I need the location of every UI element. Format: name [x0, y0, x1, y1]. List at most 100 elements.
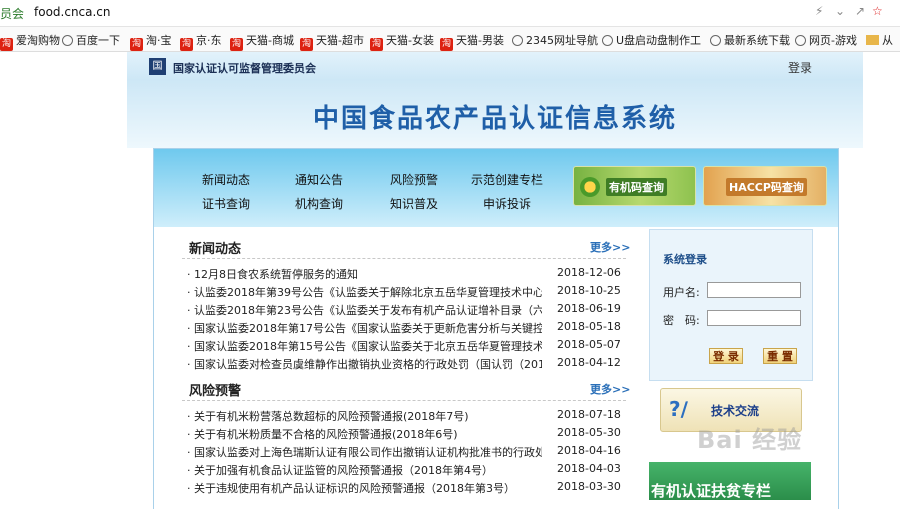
list-item-date: 2018-04-03 [557, 462, 621, 475]
bookmark-item[interactable]: 百度一下 [62, 32, 120, 48]
site-top-bar: 国 国家认证认可监督管理委员会 登录 [127, 52, 863, 80]
list-item-title[interactable]: · 关于加强有机食品认证监管的风险预警通报（2018年第4号） [187, 462, 542, 478]
list-item-date: 2018-10-25 [557, 284, 621, 297]
list-item[interactable]: · 关于加强有机食品认证监管的风险预警通报（2018年第4号） 2018-04-0… [187, 462, 621, 480]
chevron-down-icon[interactable]: ⌄ [835, 4, 845, 18]
login-button[interactable]: 登 录 [709, 348, 743, 364]
list-item-date: 2018-03-30 [557, 480, 621, 493]
list-item-title[interactable]: · 国家认监委对检查员虞维静作出撤销执业资格的行政处罚（国认罚（2018）... [187, 356, 542, 372]
organic-code-query-button[interactable]: 有机码查询 [573, 166, 696, 206]
nav-bar: 新闻动态 通知公告 风险预警 示范创建专栏 证书查询 机构查询 知识普及 申诉投… [154, 149, 838, 227]
list-item[interactable]: · 关于有机米粉质量不合格的风险预警通报(2018年6号) 2018-05-30 [187, 426, 621, 444]
bookmark-item[interactable]: 2345网址导航 [512, 32, 598, 48]
tmall-icon: 淘 [300, 38, 313, 51]
globe-icon [795, 35, 806, 46]
news-section-title: 新闻动态 [189, 242, 242, 257]
bookmark-item[interactable]: 淘天猫-男装 [440, 32, 504, 51]
list-item[interactable]: · 国家认监委对上海色瑞斯认证有限公司作出撤销认证机构批准书的行政处罚的... 2… [187, 444, 621, 462]
password-label: 密 码: [663, 314, 700, 327]
login-panel: 系统登录 用户名: 密 码: 登 录 重 置 [649, 229, 813, 381]
list-item[interactable]: · 认监委2018年第23号公告《认监委关于发布有机产品认证增补目录（六）》..… [187, 302, 621, 320]
system-title: 中国食品农产品认证信息系统 [312, 104, 677, 134]
tmall-icon: 淘 [230, 38, 243, 51]
question-icon: ?∕ [669, 397, 688, 421]
bookmark-item[interactable]: 淘天猫-女装 [370, 32, 434, 51]
list-item[interactable]: · 关于有机米粉营落总数超标的风险预警通报(2018年7号) 2018-07-18 [187, 408, 621, 426]
list-item-date: 2018-05-07 [557, 338, 621, 351]
list-item-title[interactable]: · 关于有机米粉质量不合格的风险预警通报(2018年6号) [187, 426, 542, 442]
lightning-icon[interactable]: ⚡ [815, 4, 823, 18]
list-item[interactable]: · 认监委2018年第39号公告《认监委关于解除北京五岳华夏管理技术中心风险..… [187, 284, 621, 302]
bookmark-item[interactable]: 网页-游戏 [795, 32, 857, 48]
share-icon[interactable]: ↗ [855, 4, 865, 18]
nav-certificate[interactable]: 证书查询 [202, 195, 250, 212]
nav-notices[interactable]: 通知公告 [295, 171, 343, 188]
org-name: 国家认证认可监督管理委员会 [173, 62, 316, 75]
list-item[interactable]: · 国家认监委2018年第15号公告《国家认监委关于北京五岳华夏管理技术中心..… [187, 338, 621, 356]
nav-complaint[interactable]: 申诉投诉 [483, 195, 531, 212]
tmall-icon: 淘 [0, 38, 13, 51]
list-item-date: 2018-06-19 [557, 302, 621, 315]
tmall-icon: 淘 [180, 38, 193, 51]
list-item-title[interactable]: · 国家认监委对上海色瑞斯认证有限公司作出撤销认证机构批准书的行政处罚的... [187, 444, 542, 460]
login-link[interactable]: 登录 [788, 59, 812, 76]
list-item-title[interactable]: · 关于违规使用有机产品认证标识的风险预警通报（2018年第3号） [187, 480, 542, 496]
haccp-code-query-button[interactable]: HACCP码查询 [703, 166, 827, 206]
tmall-icon: 淘 [130, 38, 143, 51]
list-item-title[interactable]: · 12月8日食农系统暂停服务的通知 [187, 266, 542, 282]
bookmark-folder[interactable]: 从 [866, 32, 893, 48]
organic-poverty-banner[interactable]: 有机认证扶贫专栏 [649, 462, 811, 500]
list-item-date: 2018-04-16 [557, 444, 621, 457]
nav-news[interactable]: 新闻动态 [202, 171, 250, 188]
tmall-icon: 淘 [440, 38, 453, 51]
bookmark-item[interactable]: 淘天猫-商城 [230, 32, 294, 51]
banner: 中国食品农产品认证信息系统 [127, 80, 863, 148]
url-field[interactable]: food.cnca.cn [34, 5, 111, 19]
list-item-title[interactable]: · 关于有机米粉营落总数超标的风险预警通报(2018年7号) [187, 408, 542, 424]
nav-knowledge[interactable]: 知识普及 [390, 195, 438, 212]
folder-icon [866, 35, 879, 45]
list-item-title[interactable]: · 国家认监委2018年第17号公告《国家认监委关于更新危害分析与关键控制点..… [187, 320, 542, 336]
list-item[interactable]: · 国家认监委2018年第17号公告《国家认监委关于更新危害分析与关键控制点..… [187, 320, 621, 338]
nav-agency[interactable]: 机构查询 [295, 195, 343, 212]
globe-icon [710, 35, 721, 46]
bookmark-item[interactable]: U盘启动盘制作工 [602, 32, 701, 48]
nav-demo[interactable]: 示范创建专栏 [471, 171, 543, 188]
reset-button[interactable]: 重 置 [763, 348, 797, 364]
list-item[interactable]: · 关于违规使用有机产品认证标识的风险预警通报（2018年第3号） 2018-03… [187, 480, 621, 498]
divider [182, 400, 626, 401]
list-item-title[interactable]: · 认监委2018年第39号公告《认监委关于解除北京五岳华夏管理技术中心风险..… [187, 284, 542, 300]
bookmark-item[interactable]: 淘天猫-超市 [300, 32, 364, 51]
globe-icon [62, 35, 73, 46]
list-item-date: 2018-04-12 [557, 356, 621, 369]
globe-icon [602, 35, 613, 46]
bookmarks-bar: 淘爱淘购物 百度一下 淘淘·宝 淘京·东 淘天猫-商城 淘天猫-超市 淘天猫-女… [0, 27, 900, 52]
organic-seal-icon [580, 177, 600, 197]
globe-icon [512, 35, 523, 46]
risk-section-title: 风险预警 [189, 384, 242, 399]
username-input[interactable] [707, 282, 801, 298]
news-more-link[interactable]: 更多>> [590, 239, 630, 255]
list-item[interactable]: · 12月8日食农系统暂停服务的通知 2018-12-06 [187, 266, 621, 284]
tab-fragment: 员会 [0, 7, 25, 21]
tmall-icon: 淘 [370, 38, 383, 51]
bookmark-item[interactable]: 淘淘·宝 [130, 32, 172, 51]
risk-more-link[interactable]: 更多>> [590, 381, 630, 397]
bookmark-item[interactable]: 最新系统下载 [710, 32, 790, 48]
watermark-logo: Bai 经验 [697, 426, 803, 454]
username-label: 用户名: [663, 286, 700, 299]
bookmark-item[interactable]: 淘爱淘购物 [0, 32, 60, 51]
list-item[interactable]: · 国家认监委对检查员虞维静作出撤销执业资格的行政处罚（国认罚（2018）...… [187, 356, 621, 374]
list-item-date: 2018-05-18 [557, 320, 621, 333]
tech-exchange-label: 技术交流 [711, 404, 760, 418]
nav-risk[interactable]: 风险预警 [390, 171, 438, 188]
star-icon[interactable]: ☆ [872, 4, 883, 18]
list-item-title[interactable]: · 认监委2018年第23号公告《认监委关于发布有机产品认证增补目录（六）》..… [187, 302, 542, 318]
password-input[interactable] [707, 310, 801, 326]
browser-address-bar: 员会 food.cnca.cn ⚡ ⌄ ↗ ☆ [0, 0, 900, 27]
list-item-title[interactable]: · 国家认监委2018年第15号公告《国家认监委关于北京五岳华夏管理技术中心..… [187, 338, 542, 354]
divider [182, 258, 626, 259]
login-title: 系统登录 [663, 253, 707, 266]
list-item-date: 2018-12-06 [557, 266, 621, 279]
bookmark-item[interactable]: 淘京·东 [180, 32, 222, 51]
